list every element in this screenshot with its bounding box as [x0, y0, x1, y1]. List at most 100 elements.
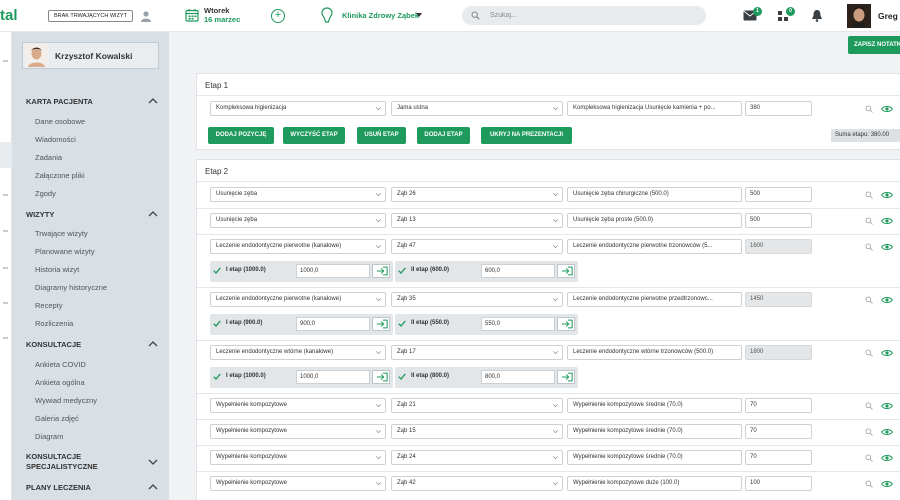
- tooth-select[interactable]: Ząb 24: [391, 450, 563, 465]
- tooth-select[interactable]: Ząb 13: [391, 213, 563, 228]
- tooth-select[interactable]: Ząb 26: [391, 187, 563, 202]
- price-input[interactable]: 70: [745, 450, 812, 465]
- plus-circle-icon[interactable]: +: [271, 9, 285, 23]
- procedure-select[interactable]: Leczenie endodontyczne wtórne (kanałowe): [210, 345, 386, 360]
- nav-diagram[interactable]: Diagram: [35, 432, 63, 441]
- user-name[interactable]: Greg: [878, 11, 898, 21]
- magnifier-icon[interactable]: [865, 454, 873, 462]
- nav-tasks[interactable]: Zadania: [35, 153, 62, 162]
- detail-select[interactable]: Wypełnienie kompozytowe średnie (70.0): [567, 424, 742, 439]
- eye-icon[interactable]: [881, 191, 893, 199]
- tooth-select[interactable]: Ząb 47: [391, 239, 563, 254]
- eye-icon[interactable]: [881, 454, 893, 462]
- eye-icon[interactable]: [881, 296, 893, 304]
- procedure-select[interactable]: Usunięcie zęba: [210, 187, 386, 202]
- save-note-button[interactable]: ZAPISZ NOTATKĘ: [848, 36, 900, 54]
- detail-select[interactable]: Usunięcie zęba chirurgiczne (500.0): [567, 187, 742, 202]
- price-input[interactable]: 70: [745, 424, 812, 439]
- patient-card[interactable]: Krzysztof Kowalski: [22, 42, 159, 69]
- chevron-up-icon[interactable]: [148, 484, 158, 490]
- eye-icon[interactable]: [881, 349, 893, 357]
- tooth-select[interactable]: Ząb 35: [391, 292, 563, 307]
- magnifier-icon[interactable]: [865, 296, 873, 304]
- procedure-select[interactable]: Wypełnienie kompozytowe: [210, 476, 386, 491]
- detail-select[interactable]: Wypełnienie kompozytowe duże (100.0): [567, 476, 742, 491]
- detail-select[interactable]: Kompleksowa higienizacja Usunięcie kamie…: [567, 101, 742, 116]
- nav-planned-visits[interactable]: Planowane wizyty: [35, 247, 95, 256]
- tooth-select[interactable]: Ząb 15: [391, 424, 563, 439]
- check-icon[interactable]: [398, 373, 406, 380]
- detail-select[interactable]: Leczenie endodontyczne pierwotne trzonow…: [567, 239, 742, 254]
- detail-select[interactable]: Leczenie endodontyczne wtórne trzonowców…: [567, 345, 742, 360]
- clinic-selector[interactable]: Klinika Zdrowy Ząbek: [342, 11, 419, 20]
- remove-stage-button[interactable]: USUŃ ETAP: [357, 127, 406, 144]
- calendar-icon[interactable]: [185, 8, 199, 22]
- chevron-up-icon[interactable]: [148, 341, 158, 347]
- sub-stage-amount[interactable]: 900,0: [296, 317, 370, 331]
- price-input[interactable]: 380: [745, 101, 812, 116]
- apply-button[interactable]: [557, 264, 575, 278]
- section-treatment-plans[interactable]: PLANY LECZENIA: [26, 483, 91, 492]
- tooth-select[interactable]: Ząb 42: [391, 476, 563, 491]
- detail-select[interactable]: Leczenie endodontyczne pierwotne przedtr…: [567, 292, 742, 307]
- nav-consents[interactable]: Zgody: [35, 189, 56, 198]
- magnifier-icon[interactable]: [865, 480, 873, 488]
- apply-button[interactable]: [557, 317, 575, 331]
- nav-medical-interview[interactable]: Wywiad medyczny: [35, 396, 97, 405]
- section-patient-card[interactable]: KARTA PACJENTA: [26, 97, 93, 106]
- nav-ongoing-visits[interactable]: Trwające wizyty: [35, 229, 88, 238]
- eye-icon[interactable]: [881, 105, 893, 113]
- apply-button[interactable]: [372, 264, 390, 278]
- magnifier-icon[interactable]: [865, 402, 873, 410]
- apply-button[interactable]: [557, 370, 575, 384]
- clear-stage-button[interactable]: WYCZYŚĆ ETAP: [283, 127, 345, 144]
- nav-visit-history[interactable]: Historia wizyt: [35, 265, 79, 274]
- nav-general-survey[interactable]: Ankieta ogólna: [35, 378, 85, 387]
- check-icon[interactable]: [398, 320, 406, 327]
- chevron-down-icon[interactable]: [416, 13, 422, 17]
- sub-stage-amount[interactable]: 600,0: [481, 264, 555, 278]
- nav-covid-survey[interactable]: Ankieta COVID: [35, 360, 86, 369]
- hide-on-presentation-button[interactable]: UKRYJ NA PREZENTACJI: [481, 127, 572, 144]
- nav-personal-data[interactable]: Dane osobowe: [35, 117, 85, 126]
- nav-attached-files[interactable]: Załączone pliki: [35, 171, 85, 180]
- nav-historical-diagrams[interactable]: Diagramy historyczne: [35, 283, 107, 292]
- eye-icon[interactable]: [881, 217, 893, 225]
- procedure-select[interactable]: Wypełnienie kompozytowe: [210, 424, 386, 439]
- procedure-select[interactable]: Usunięcie zęba: [210, 213, 386, 228]
- bell-icon[interactable]: [811, 9, 823, 22]
- user-avatar[interactable]: [847, 4, 871, 28]
- procedure-select[interactable]: Wypełnienie kompozytowe: [210, 398, 386, 413]
- sub-stage-amount[interactable]: 800,0: [481, 370, 555, 384]
- tooth-select[interactable]: Ząb 17: [391, 345, 563, 360]
- location-select[interactable]: Jama ustna: [391, 101, 563, 116]
- nav-photo-gallery[interactable]: Galeria zdjęć: [35, 414, 79, 423]
- sub-stage-amount[interactable]: 1000,0: [296, 370, 370, 384]
- magnifier-icon[interactable]: [865, 428, 873, 436]
- eye-icon[interactable]: [881, 428, 893, 436]
- search-input[interactable]: [490, 9, 690, 22]
- check-icon[interactable]: [213, 373, 221, 380]
- add-stage-button[interactable]: DODAJ ETAP: [417, 127, 470, 144]
- magnifier-icon[interactable]: [865, 105, 873, 113]
- strip-active-item[interactable]: [0, 142, 12, 168]
- tooth-select[interactable]: Ząb 21: [391, 398, 563, 413]
- nav-messages[interactable]: Wiadomości: [35, 135, 76, 144]
- detail-select[interactable]: Wypełnienie kompozytowe średnie (70.0): [567, 450, 742, 465]
- section-specialist-consultations-line2[interactable]: SPECJALISTYCZNE: [26, 462, 98, 471]
- section-visits[interactable]: WIZYTY: [26, 210, 54, 219]
- chevron-up-icon[interactable]: [148, 211, 158, 217]
- ongoing-visits-button[interactable]: BRAK TRWAJĄCYCH WIZYT: [48, 10, 133, 22]
- eye-icon[interactable]: [881, 243, 893, 251]
- eye-icon[interactable]: [881, 480, 893, 488]
- sub-stage-amount[interactable]: 550,0: [481, 317, 555, 331]
- apply-button[interactable]: [372, 317, 390, 331]
- eye-icon[interactable]: [881, 402, 893, 410]
- detail-select[interactable]: Usunięcie zęba proste (500.0): [567, 213, 742, 228]
- magnifier-icon[interactable]: [865, 191, 873, 199]
- section-specialist-consultations[interactable]: KONSULTACJE: [26, 452, 81, 461]
- section-consultations[interactable]: KONSULTACJE: [26, 340, 81, 349]
- add-position-button[interactable]: DODAJ POZYCJĘ: [208, 127, 274, 144]
- user-icon[interactable]: [140, 10, 152, 22]
- check-icon[interactable]: [398, 267, 406, 274]
